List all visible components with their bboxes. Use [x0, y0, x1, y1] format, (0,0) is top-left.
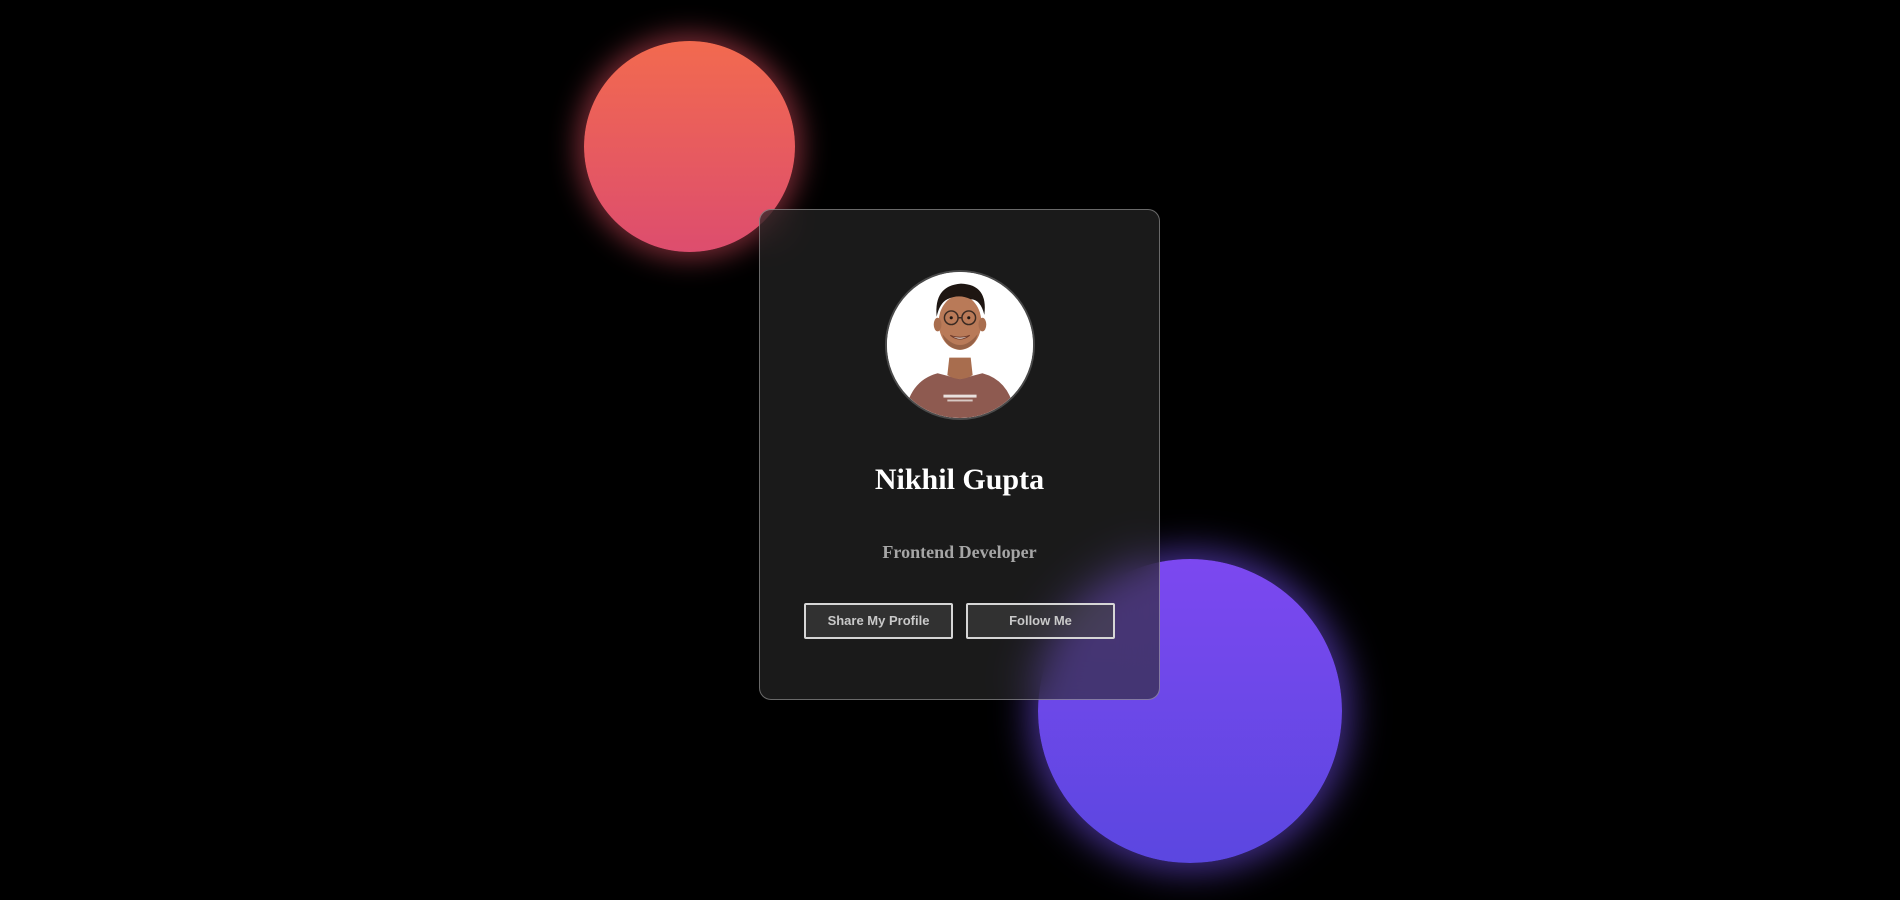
page-background: Nikhil Gupta Frontend Developer Share My…: [0, 0, 1900, 900]
profile-name: Nikhil Gupta: [874, 463, 1045, 496]
follow-button[interactable]: Follow Me: [966, 603, 1115, 639]
profile-card: Nikhil Gupta Frontend Developer Share My…: [759, 209, 1160, 700]
profile-role: Frontend Developer: [882, 542, 1037, 562]
avatar: [885, 270, 1035, 420]
share-profile-button[interactable]: Share My Profile: [804, 603, 953, 639]
avatar-photo: [887, 272, 1033, 418]
